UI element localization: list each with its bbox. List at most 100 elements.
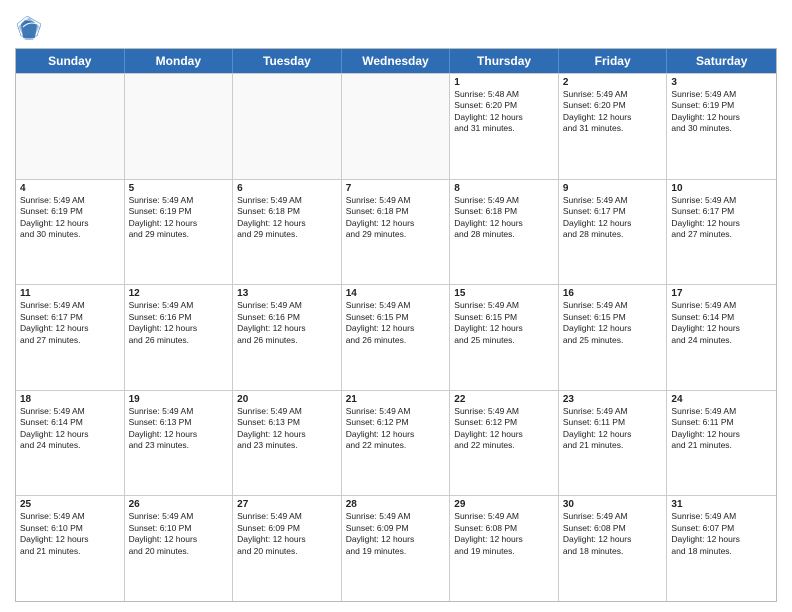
day-info: Sunrise: 5:48 AM Sunset: 6:20 PM Dayligh…: [454, 89, 554, 135]
day-cell-7: 7Sunrise: 5:49 AM Sunset: 6:18 PM Daylig…: [342, 180, 451, 285]
day-cell-3: 3Sunrise: 5:49 AM Sunset: 6:19 PM Daylig…: [667, 74, 776, 179]
day-number: 27: [237, 499, 337, 510]
day-cell-14: 14Sunrise: 5:49 AM Sunset: 6:15 PM Dayli…: [342, 285, 451, 390]
day-number: 4: [20, 183, 120, 194]
day-number: 10: [671, 183, 772, 194]
day-info: Sunrise: 5:49 AM Sunset: 6:14 PM Dayligh…: [20, 406, 120, 452]
day-cell-22: 22Sunrise: 5:49 AM Sunset: 6:12 PM Dayli…: [450, 391, 559, 496]
empty-cell: [342, 74, 451, 179]
week-row-2: 4Sunrise: 5:49 AM Sunset: 6:19 PM Daylig…: [16, 179, 776, 285]
week-row-1: 1Sunrise: 5:48 AM Sunset: 6:20 PM Daylig…: [16, 73, 776, 179]
week-row-4: 18Sunrise: 5:49 AM Sunset: 6:14 PM Dayli…: [16, 390, 776, 496]
day-info: Sunrise: 5:49 AM Sunset: 6:18 PM Dayligh…: [237, 195, 337, 241]
day-info: Sunrise: 5:49 AM Sunset: 6:11 PM Dayligh…: [563, 406, 663, 452]
day-number: 31: [671, 499, 772, 510]
header-day-monday: Monday: [125, 49, 234, 73]
day-cell-11: 11Sunrise: 5:49 AM Sunset: 6:17 PM Dayli…: [16, 285, 125, 390]
day-number: 19: [129, 394, 229, 405]
day-cell-28: 28Sunrise: 5:49 AM Sunset: 6:09 PM Dayli…: [342, 496, 451, 601]
day-number: 24: [671, 394, 772, 405]
day-number: 18: [20, 394, 120, 405]
day-number: 2: [563, 77, 663, 88]
day-cell-4: 4Sunrise: 5:49 AM Sunset: 6:19 PM Daylig…: [16, 180, 125, 285]
day-cell-13: 13Sunrise: 5:49 AM Sunset: 6:16 PM Dayli…: [233, 285, 342, 390]
day-info: Sunrise: 5:49 AM Sunset: 6:19 PM Dayligh…: [671, 89, 772, 135]
logo-icon: [15, 14, 43, 42]
header-day-sunday: Sunday: [16, 49, 125, 73]
day-cell-30: 30Sunrise: 5:49 AM Sunset: 6:08 PM Dayli…: [559, 496, 668, 601]
header-day-saturday: Saturday: [667, 49, 776, 73]
day-number: 1: [454, 77, 554, 88]
day-number: 6: [237, 183, 337, 194]
day-info: Sunrise: 5:49 AM Sunset: 6:12 PM Dayligh…: [346, 406, 446, 452]
day-cell-26: 26Sunrise: 5:49 AM Sunset: 6:10 PM Dayli…: [125, 496, 234, 601]
day-info: Sunrise: 5:49 AM Sunset: 6:17 PM Dayligh…: [563, 195, 663, 241]
logo: [15, 14, 47, 42]
day-info: Sunrise: 5:49 AM Sunset: 6:15 PM Dayligh…: [454, 300, 554, 346]
day-info: Sunrise: 5:49 AM Sunset: 6:15 PM Dayligh…: [563, 300, 663, 346]
day-cell-27: 27Sunrise: 5:49 AM Sunset: 6:09 PM Dayli…: [233, 496, 342, 601]
empty-cell: [233, 74, 342, 179]
day-number: 26: [129, 499, 229, 510]
day-number: 20: [237, 394, 337, 405]
header-day-tuesday: Tuesday: [233, 49, 342, 73]
calendar-body: 1Sunrise: 5:48 AM Sunset: 6:20 PM Daylig…: [16, 73, 776, 601]
day-info: Sunrise: 5:49 AM Sunset: 6:17 PM Dayligh…: [20, 300, 120, 346]
day-cell-25: 25Sunrise: 5:49 AM Sunset: 6:10 PM Dayli…: [16, 496, 125, 601]
header-day-thursday: Thursday: [450, 49, 559, 73]
day-number: 25: [20, 499, 120, 510]
day-number: 28: [346, 499, 446, 510]
day-cell-17: 17Sunrise: 5:49 AM Sunset: 6:14 PM Dayli…: [667, 285, 776, 390]
day-cell-19: 19Sunrise: 5:49 AM Sunset: 6:13 PM Dayli…: [125, 391, 234, 496]
day-cell-15: 15Sunrise: 5:49 AM Sunset: 6:15 PM Dayli…: [450, 285, 559, 390]
day-info: Sunrise: 5:49 AM Sunset: 6:12 PM Dayligh…: [454, 406, 554, 452]
day-cell-2: 2Sunrise: 5:49 AM Sunset: 6:20 PM Daylig…: [559, 74, 668, 179]
day-info: Sunrise: 5:49 AM Sunset: 6:10 PM Dayligh…: [129, 511, 229, 557]
day-info: Sunrise: 5:49 AM Sunset: 6:09 PM Dayligh…: [346, 511, 446, 557]
page: SundayMondayTuesdayWednesdayThursdayFrid…: [0, 0, 792, 612]
day-info: Sunrise: 5:49 AM Sunset: 6:19 PM Dayligh…: [129, 195, 229, 241]
day-cell-23: 23Sunrise: 5:49 AM Sunset: 6:11 PM Dayli…: [559, 391, 668, 496]
day-info: Sunrise: 5:49 AM Sunset: 6:14 PM Dayligh…: [671, 300, 772, 346]
day-number: 16: [563, 288, 663, 299]
day-number: 3: [671, 77, 772, 88]
empty-cell: [125, 74, 234, 179]
day-number: 23: [563, 394, 663, 405]
day-cell-29: 29Sunrise: 5:49 AM Sunset: 6:08 PM Dayli…: [450, 496, 559, 601]
calendar-header: SundayMondayTuesdayWednesdayThursdayFrid…: [16, 49, 776, 73]
day-cell-24: 24Sunrise: 5:49 AM Sunset: 6:11 PM Dayli…: [667, 391, 776, 496]
day-info: Sunrise: 5:49 AM Sunset: 6:08 PM Dayligh…: [563, 511, 663, 557]
day-info: Sunrise: 5:49 AM Sunset: 6:09 PM Dayligh…: [237, 511, 337, 557]
week-row-3: 11Sunrise: 5:49 AM Sunset: 6:17 PM Dayli…: [16, 284, 776, 390]
day-info: Sunrise: 5:49 AM Sunset: 6:10 PM Dayligh…: [20, 511, 120, 557]
day-cell-1: 1Sunrise: 5:48 AM Sunset: 6:20 PM Daylig…: [450, 74, 559, 179]
day-info: Sunrise: 5:49 AM Sunset: 6:18 PM Dayligh…: [454, 195, 554, 241]
day-number: 12: [129, 288, 229, 299]
day-info: Sunrise: 5:49 AM Sunset: 6:18 PM Dayligh…: [346, 195, 446, 241]
day-cell-8: 8Sunrise: 5:49 AM Sunset: 6:18 PM Daylig…: [450, 180, 559, 285]
day-cell-10: 10Sunrise: 5:49 AM Sunset: 6:17 PM Dayli…: [667, 180, 776, 285]
header-day-friday: Friday: [559, 49, 668, 73]
day-number: 29: [454, 499, 554, 510]
day-info: Sunrise: 5:49 AM Sunset: 6:17 PM Dayligh…: [671, 195, 772, 241]
day-number: 17: [671, 288, 772, 299]
day-cell-9: 9Sunrise: 5:49 AM Sunset: 6:17 PM Daylig…: [559, 180, 668, 285]
day-info: Sunrise: 5:49 AM Sunset: 6:08 PM Dayligh…: [454, 511, 554, 557]
day-number: 22: [454, 394, 554, 405]
day-number: 14: [346, 288, 446, 299]
day-number: 5: [129, 183, 229, 194]
day-number: 9: [563, 183, 663, 194]
empty-cell: [16, 74, 125, 179]
header-day-wednesday: Wednesday: [342, 49, 451, 73]
day-info: Sunrise: 5:49 AM Sunset: 6:20 PM Dayligh…: [563, 89, 663, 135]
day-number: 15: [454, 288, 554, 299]
day-number: 13: [237, 288, 337, 299]
day-cell-6: 6Sunrise: 5:49 AM Sunset: 6:18 PM Daylig…: [233, 180, 342, 285]
day-cell-16: 16Sunrise: 5:49 AM Sunset: 6:15 PM Dayli…: [559, 285, 668, 390]
day-cell-5: 5Sunrise: 5:49 AM Sunset: 6:19 PM Daylig…: [125, 180, 234, 285]
day-number: 21: [346, 394, 446, 405]
day-info: Sunrise: 5:49 AM Sunset: 6:19 PM Dayligh…: [20, 195, 120, 241]
day-cell-18: 18Sunrise: 5:49 AM Sunset: 6:14 PM Dayli…: [16, 391, 125, 496]
calendar: SundayMondayTuesdayWednesdayThursdayFrid…: [15, 48, 777, 602]
day-number: 7: [346, 183, 446, 194]
